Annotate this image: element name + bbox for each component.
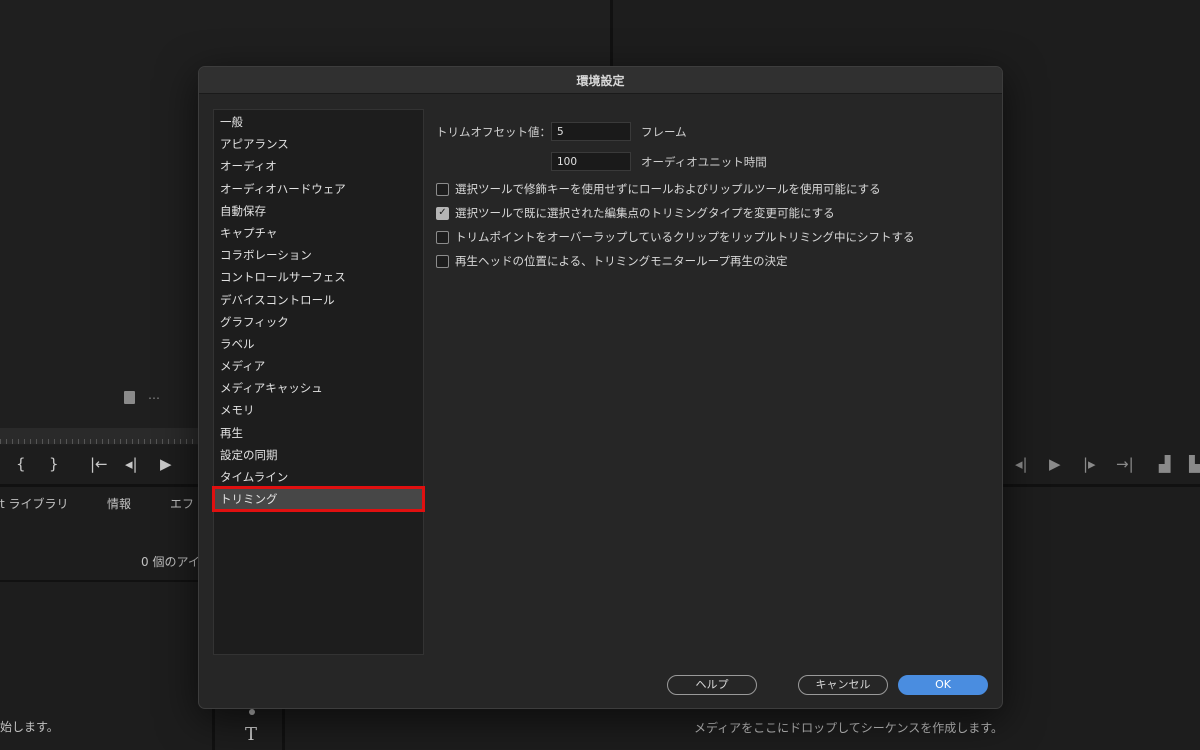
option-label: トリムポイントをオーバーラップしているクリップをリップルトリミング中にシフトする [455, 230, 915, 244]
sidebar-item-auto-save[interactable]: 自動保存 [214, 200, 423, 222]
sidebar-item-trim[interactable]: トリミング [212, 486, 425, 513]
option-roll-ripple-without-modifier[interactable]: 選択ツールで修飾キーを使用せずにロールおよびリップルツールを使用可能にする [436, 181, 881, 197]
option-label: 再生ヘッドの位置による、トリミングモニターループ再生の決定 [455, 254, 788, 268]
option-change-trim-type[interactable]: ✓ 選択ツールで既に選択された編集点のトリミングタイプを変更可能にする [436, 205, 835, 221]
option-label: 選択ツールで修飾キーを使用せずにロールおよびリップルツールを使用可能にする [455, 182, 881, 196]
checkbox-shift-clips[interactable] [436, 230, 449, 244]
sidebar-item-appearance[interactable]: アピアランス [214, 133, 423, 155]
ok-button[interactable]: OK [898, 675, 988, 695]
option-shift-overlapping-clips[interactable]: トリムポイントをオーバーラップしているクリップをリップルトリミング中にシフトする [436, 229, 915, 245]
help-button[interactable]: ヘルプ [667, 675, 757, 695]
frame-offset-input[interactable] [551, 122, 631, 141]
checkbox-playhead-loop[interactable] [436, 254, 449, 268]
sidebar-item-sync-settings[interactable]: 設定の同期 [214, 444, 423, 466]
tab-info[interactable]: 情報 [107, 495, 131, 512]
sidebar-item-audio[interactable]: オーディオ [214, 155, 423, 177]
lift-icon[interactable]: ▟ [1159, 455, 1171, 473]
extract-icon[interactable]: ▙ [1189, 455, 1200, 473]
preferences-category-list: 一般 アピアランス オーディオ オーディオハードウェア 自動保存 キャプチャ コ… [212, 109, 425, 655]
trim-offset-label: トリムオフセット値： [436, 125, 551, 139]
mark-in-icon[interactable]: { [16, 455, 26, 473]
tab-effects[interactable]: エフ [170, 495, 194, 512]
waveform-icon[interactable]: ⋯ [148, 391, 160, 405]
film-icon[interactable] [124, 391, 135, 404]
tool-dot-icon[interactable] [249, 709, 255, 715]
go-to-out-icon[interactable]: →| [1116, 455, 1134, 473]
frame-unit-label: フレーム [641, 125, 687, 139]
option-playhead-loop-playback[interactable]: 再生ヘッドの位置による、トリミングモニターループ再生の決定 [436, 253, 787, 269]
checkbox-roll-ripple[interactable] [436, 182, 449, 196]
preferences-dialog: 環境設定 一般 アピアランス オーディオ オーディオハードウェア 自動保存 キャ… [198, 66, 1003, 709]
go-to-in-icon[interactable]: |← [90, 455, 108, 473]
sidebar-item-timeline[interactable]: タイムライン [214, 466, 423, 488]
step-back-icon[interactable]: ◂| [1015, 455, 1028, 473]
mark-out-icon[interactable]: } [49, 455, 59, 473]
audio-offset-input[interactable] [551, 152, 631, 171]
sidebar-item-collaboration[interactable]: コラボレーション [214, 244, 423, 266]
sidebar-item-device-control[interactable]: デバイスコントロール [214, 289, 423, 311]
timeline-ruler[interactable] [0, 428, 198, 444]
checkbox-change-trim-type[interactable]: ✓ [436, 206, 449, 220]
sidebar-item-media[interactable]: メディア [214, 355, 423, 377]
sidebar-item-capture[interactable]: キャプチャ [214, 222, 423, 244]
status-text: 始します。 [0, 720, 59, 734]
drop-media-hint: メディアをここにドロップしてシーケンスを作成します。 [694, 721, 1004, 735]
step-forward-icon[interactable]: |▸ [1083, 455, 1096, 473]
sidebar-item-graphics[interactable]: グラフィック [214, 311, 423, 333]
sidebar-item-audio-hardware[interactable]: オーディオハードウェア [214, 178, 423, 200]
tab-libraries[interactable]: t ライブラリ [0, 495, 69, 512]
panel-divider [0, 580, 212, 582]
step-back-icon[interactable]: ◂| [125, 455, 138, 473]
sidebar-item-media-cache[interactable]: メディアキャッシュ [214, 377, 423, 399]
sidebar-item-playback[interactable]: 再生 [214, 422, 423, 444]
option-label: 選択ツールで既に選択された編集点のトリミングタイプを変更可能にする [455, 206, 835, 220]
play-icon[interactable]: ▶ [160, 455, 172, 473]
sidebar-item-memory[interactable]: メモリ [214, 399, 423, 421]
trim-settings-panel: トリムオフセット値： フレーム オーディオユニット時間 選択ツールで修飾キーを使… [436, 67, 1002, 708]
sidebar-item-control-surface[interactable]: コントロールサーフェス [214, 266, 423, 288]
cancel-button[interactable]: キャンセル [798, 675, 888, 695]
program-transport-controls: ◂| ▶ |▸ →| ▟ ▙ [1003, 455, 1200, 475]
type-tool-icon[interactable]: T [245, 724, 257, 745]
sidebar-item-general[interactable]: 一般 [214, 111, 423, 133]
panel-divider [282, 705, 285, 750]
audio-unit-label: オーディオユニット時間 [641, 155, 767, 169]
source-transport-controls: { } |← ◂| ▶ [0, 455, 198, 475]
play-icon[interactable]: ▶ [1049, 455, 1061, 473]
sidebar-item-labels[interactable]: ラベル [214, 333, 423, 355]
